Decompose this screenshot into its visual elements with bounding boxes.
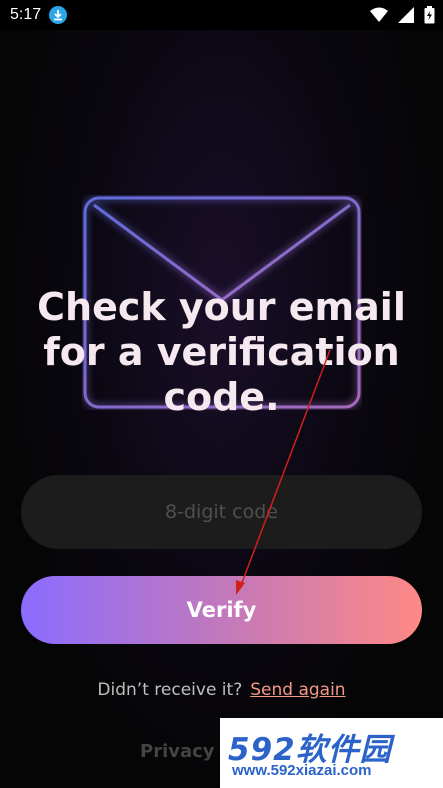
watermark-url: www.592xiazai.com [232,762,372,779]
send-again-link[interactable]: Send again [250,680,345,700]
verify-button[interactable]: Verify [21,576,422,644]
resend-prompt: Didn’t receive it? Send again [0,680,443,700]
status-icons [370,6,435,24]
signal-icon [398,7,414,23]
status-bar: 5:17 [0,0,443,30]
verification-screen: 5:17 Check your email for a verification [0,0,443,788]
download-icon [49,6,68,24]
status-time: 5:17 [10,6,42,23]
page-title: Check your email for a verification code… [37,285,406,419]
wifi-icon [370,7,388,22]
watermark: 592软件园 www.592xiazai.com [220,718,443,788]
privacy-link[interactable]: Privacy [140,741,215,762]
verification-code-input[interactable] [21,475,422,549]
battery-icon [424,6,435,24]
resend-text: Didn’t receive it? [97,680,243,700]
